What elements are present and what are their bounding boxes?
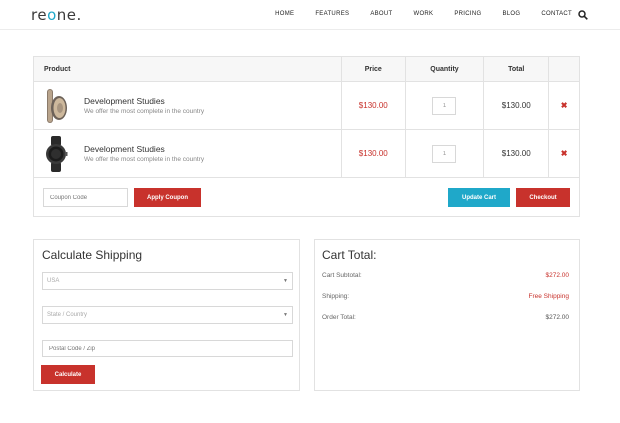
order-total-row: Order Total: $272.00 (322, 314, 569, 321)
price-cell: $130.00 (342, 130, 406, 177)
nav-home[interactable]: HOME (275, 11, 294, 17)
cart-row: Development Studies We offer the most co… (34, 130, 579, 178)
total-cell: $130.00 (484, 130, 550, 177)
product-cell: Development Studies We offer the most co… (34, 130, 342, 177)
state-select-value: State / Country (47, 312, 88, 318)
header-total: Total (484, 57, 550, 81)
quantity-input[interactable] (432, 144, 457, 163)
product-info: Development Studies We offer the most co… (84, 96, 204, 115)
header-quantity: Quantity (406, 57, 485, 81)
postal-code-input[interactable] (42, 340, 293, 357)
country-select[interactable]: USA ▼ (42, 272, 293, 290)
nav-pricing[interactable]: PRICING (454, 11, 481, 17)
item-total: $130.00 (501, 101, 531, 110)
order-total-label: Order Total: (322, 314, 356, 321)
remove-cell: ✖ (549, 82, 579, 129)
watch-icon (46, 135, 68, 172)
nav-work[interactable]: WORK (413, 11, 433, 17)
calculate-button[interactable]: Calculate (41, 365, 95, 384)
state-select[interactable]: State / Country ▼ (42, 306, 293, 324)
subtotal-label: Cart Subtotal: (322, 272, 362, 279)
shipping-label: Shipping: (322, 293, 350, 300)
order-total-value: $272.00 (545, 314, 570, 321)
quantity-cell (406, 82, 485, 129)
calculate-shipping-panel: Calculate Shipping USA ▼ State / Country… (33, 239, 300, 391)
quantity-cell (406, 130, 485, 177)
product-description: We offer the most complete in the countr… (84, 156, 205, 163)
cart-total-title: Cart Total: (322, 248, 377, 262)
cart-table-header: Product Price Quantity Total (34, 57, 579, 82)
update-cart-button[interactable]: Update Cart (448, 188, 510, 207)
shipping-row: Shipping: Free Shipping (322, 293, 569, 300)
nav-contact[interactable]: CONTACT (541, 11, 572, 17)
main-nav: HOME FEATURES ABOUT WORK PRICING BLOG CO… (254, 11, 572, 17)
product-name[interactable]: Development Studies (84, 96, 204, 106)
logo-text-o: o (47, 6, 57, 24)
headphones-icon (47, 88, 67, 123)
nav-about[interactable]: ABOUT (370, 11, 392, 17)
subtotal-value: $272.00 (545, 272, 570, 279)
item-price: $130.00 (358, 101, 388, 110)
total-cell: $130.00 (484, 82, 550, 129)
cart-actions: Apply Coupon Update Cart Checkout (34, 178, 579, 216)
header-price: Price (342, 57, 406, 81)
product-cell: Development Studies We offer the most co… (34, 82, 342, 129)
cart-table: Product Price Quantity Total Development… (33, 56, 580, 217)
chevron-down-icon: ▼ (283, 312, 288, 318)
product-description: We offer the most complete in the countr… (84, 108, 205, 115)
header-remove (549, 57, 579, 81)
search-icon[interactable] (578, 10, 588, 20)
quantity-input[interactable] (432, 96, 457, 115)
remove-icon[interactable]: ✖ (561, 101, 568, 110)
cart-row: Development Studies We offer the most co… (34, 82, 579, 130)
shipping-title: Calculate Shipping (42, 248, 143, 262)
brand-logo[interactable]: reone. (31, 6, 82, 24)
country-select-value: USA (47, 278, 60, 284)
shipping-value: Free Shipping (528, 293, 569, 300)
checkout-button[interactable]: Checkout (516, 188, 570, 207)
coupon-code-input[interactable] (43, 188, 128, 207)
subtotal-row: Cart Subtotal: $272.00 (322, 272, 569, 279)
item-total: $130.00 (501, 149, 531, 158)
site-header: reone. HOME FEATURES ABOUT WORK PRICING … (0, 0, 620, 30)
chevron-down-icon: ▼ (283, 278, 288, 284)
item-price: $130.00 (358, 149, 388, 158)
price-cell: $130.00 (342, 82, 406, 129)
header-product: Product (34, 57, 342, 81)
cart-total-panel: Cart Total: Cart Subtotal: $272.00 Shipp… (314, 239, 580, 391)
remove-cell: ✖ (549, 130, 579, 177)
product-info: Development Studies We offer the most co… (84, 144, 204, 163)
nav-blog[interactable]: BLOG (502, 11, 520, 17)
apply-coupon-button[interactable]: Apply Coupon (134, 188, 201, 207)
logo-text-start: re (31, 6, 48, 24)
logo-text-end: ne. (56, 6, 82, 24)
remove-icon[interactable]: ✖ (561, 149, 568, 158)
product-name[interactable]: Development Studies (84, 144, 204, 154)
nav-features[interactable]: FEATURES (315, 11, 349, 17)
